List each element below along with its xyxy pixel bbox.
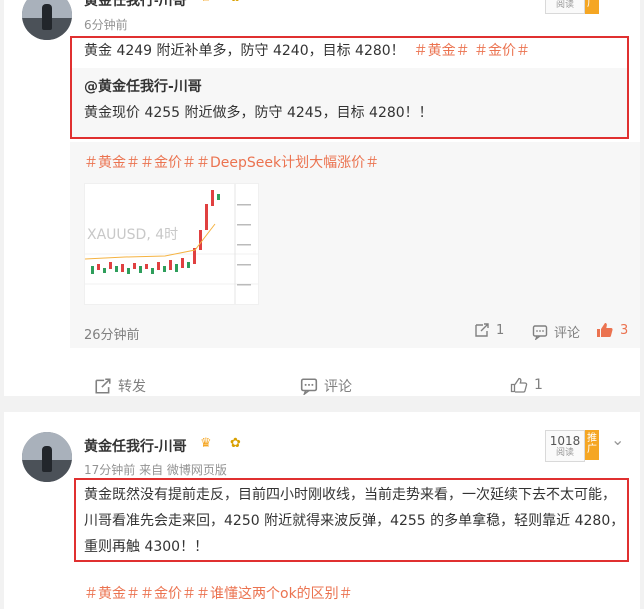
comment-icon — [532, 324, 548, 340]
inner-like-count: 3 — [620, 322, 629, 338]
inner-repost-button[interactable]: 1 — [474, 322, 504, 338]
chart-thumbnail[interactable]: XAUUSD, 4时 — [84, 183, 259, 305]
read-count-box: 阅读 — [545, 0, 585, 14]
inner-repost-count: 1 — [496, 322, 505, 338]
promo-tag[interactable]: 广 — [585, 0, 599, 14]
inner-comment-label: 评论 — [554, 326, 581, 341]
post-text-body: 黄金 4249 附近补单多，防守 4240，目标 4280！ — [84, 43, 405, 59]
username[interactable]: 黄金任我行-川哥 — [84, 0, 187, 10]
candlestick-chart — [85, 184, 258, 304]
comment-button[interactable]: 评论 — [300, 376, 352, 396]
read-count-box: 1018 阅读 — [545, 430, 585, 462]
quoted-text: 黄金现价 4255 附近做多，防守 4245，目标 4280！！ — [84, 105, 433, 121]
thumbs-up-icon — [597, 323, 613, 337]
weibo-feed: 黄金任我行-川哥 ♛ ✿ 6分钟前 阅读 广 黄金 4249 附近补单多，防守 … — [0, 0, 644, 609]
price-axis — [237, 204, 251, 286]
inner-comment-button[interactable]: 评论 — [532, 322, 580, 341]
inner-time[interactable]: 26分钟前 — [84, 324, 140, 343]
inner-like-button[interactable]: 3 — [596, 322, 628, 338]
comment-icon — [300, 378, 318, 395]
repost-icon — [475, 323, 489, 337]
post-text: 黄金 4249 附近补单多，防守 4240，目标 4280！ ＃黄金＃ ＃金价＃ — [84, 38, 624, 64]
quoted-user[interactable]: @黄金任我行-川哥 — [84, 74, 202, 100]
medal-icon: ✿ — [230, 0, 241, 5]
repost-button[interactable]: 转发 — [94, 376, 146, 396]
hashtags[interactable]: ＃黄金＃＃金价＃＃谁懂这两个ok的区别＃ — [84, 583, 353, 603]
like-count: 1 — [534, 377, 543, 393]
post-time[interactable]: 6分钟前 — [84, 16, 128, 33]
avatar[interactable] — [22, 432, 72, 482]
read-count: 1018 — [549, 434, 581, 448]
crown-icon: ♛ — [200, 0, 212, 5]
comment-label: 评论 — [324, 379, 352, 395]
avatar[interactable] — [22, 0, 72, 40]
repost-label: 转发 — [118, 379, 146, 395]
hashtags[interactable]: ＃黄金＃＃金价＃＃DeepSeek计划大幅涨价＃ — [84, 152, 379, 172]
repost-icon — [95, 378, 111, 394]
like-button[interactable]: 1 — [510, 376, 543, 394]
read-label: 阅读 — [555, 448, 574, 458]
medal-icon: ✿ — [230, 436, 241, 451]
chart-watermark: XAUUSD, 4时 — [87, 227, 179, 243]
thumbs-up-icon — [510, 377, 528, 393]
crown-icon: ♛ — [200, 436, 212, 451]
chevron-down-icon[interactable]: ⌄ — [611, 430, 624, 449]
post-card-2: 黄金任我行-川哥 ♛ ✿ 17分钟前 来自 微博网页版 1018 阅读 推广 ⌄… — [4, 412, 640, 609]
post-meta[interactable]: 17分钟前 来自 微博网页版 — [84, 461, 227, 478]
promo-tag[interactable]: 推广 — [585, 430, 599, 460]
post-text: 黄金既然没有提前走反，目前四小时刚收线，当前走势来看，一次延续下去不太可能，川哥… — [84, 487, 625, 555]
post-card-1: 黄金任我行-川哥 ♛ ✿ 6分钟前 阅读 广 黄金 4249 附近补单多，防守 … — [4, 0, 640, 396]
username[interactable]: 黄金任我行-川哥 — [84, 436, 187, 456]
read-label: 阅读 — [555, 0, 574, 10]
post-text-tags[interactable]: ＃黄金＃ ＃金价＃ — [414, 43, 530, 59]
